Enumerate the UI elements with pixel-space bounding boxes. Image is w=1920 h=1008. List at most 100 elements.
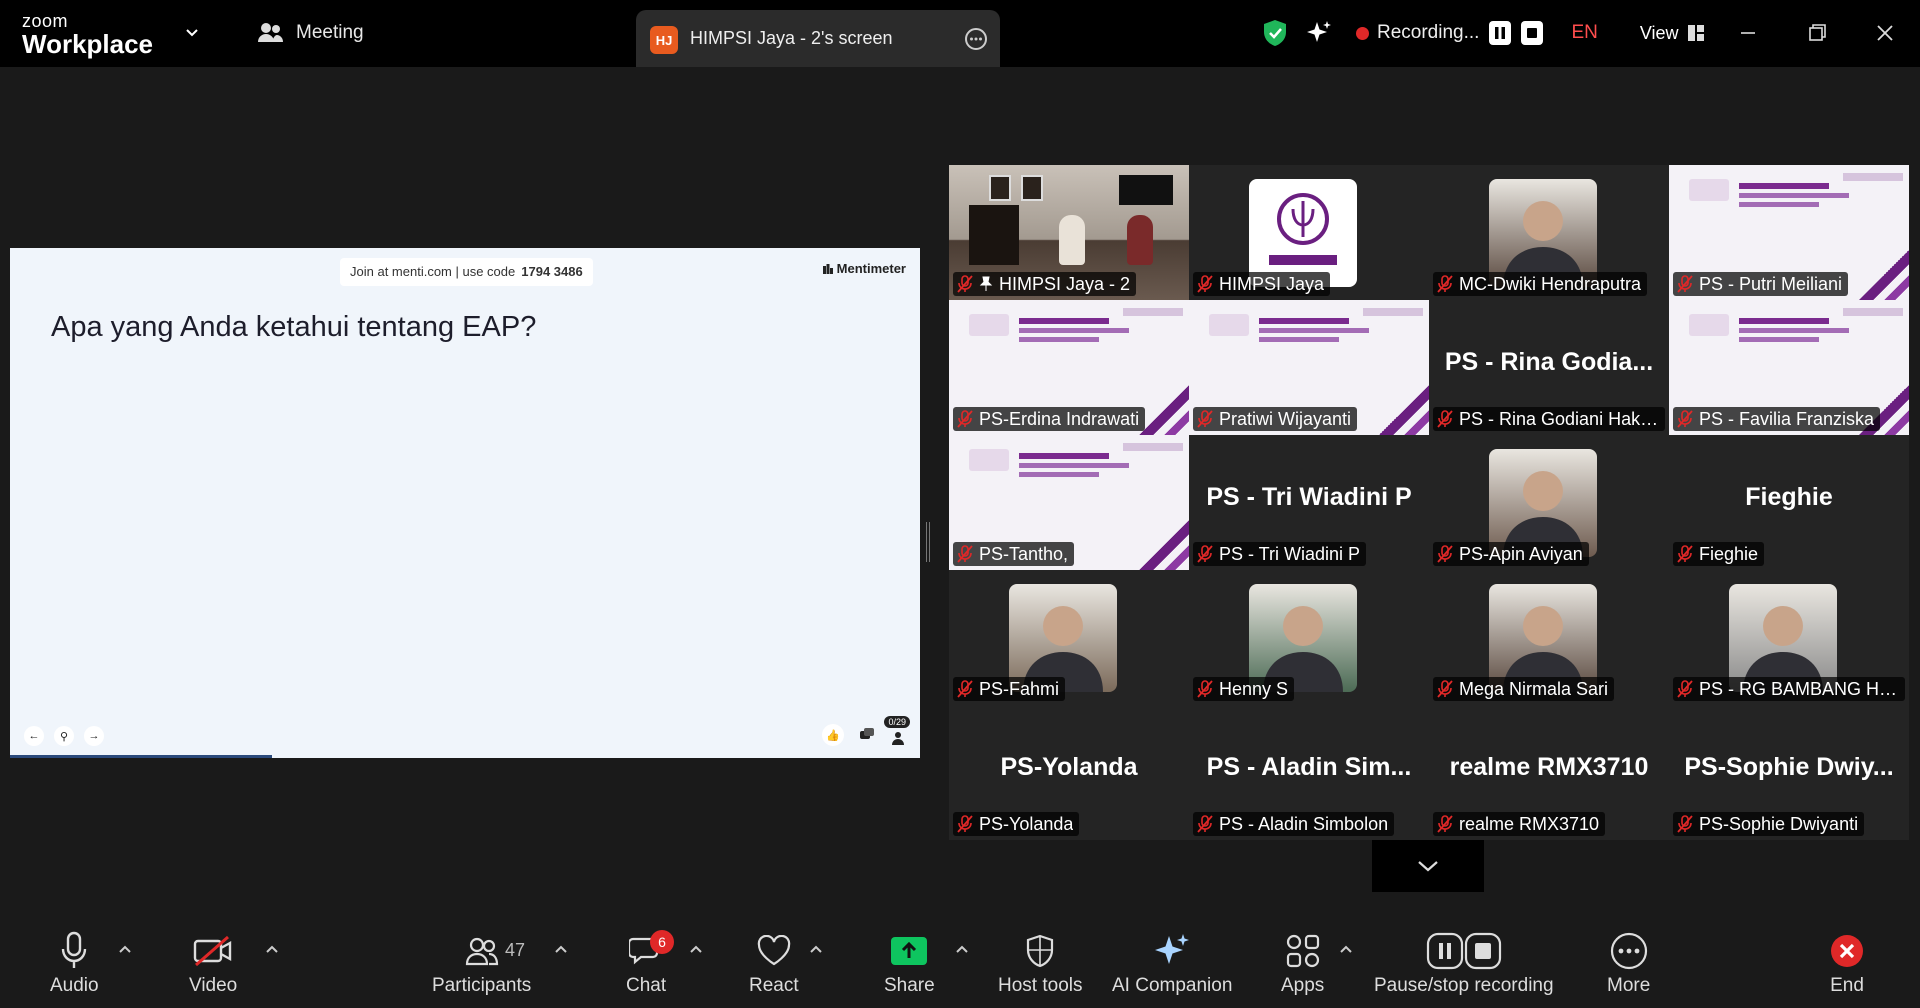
- chevron-up-icon[interactable]: [955, 944, 969, 954]
- muted-mic-icon: [1437, 680, 1453, 698]
- participant-tile[interactable]: PS - Putri Meiliani: [1669, 165, 1909, 300]
- stop-recording-button[interactable]: [1521, 21, 1544, 45]
- split-resize-handle[interactable]: [926, 522, 930, 562]
- muted-mic-icon: [1197, 545, 1213, 563]
- participant-tile[interactable]: Henny S: [1189, 570, 1429, 705]
- people-icon: [258, 23, 283, 42]
- apps-button[interactable]: Apps: [1281, 930, 1324, 997]
- participant-name: realme RMX3710: [1459, 813, 1600, 834]
- video-label: Video: [189, 975, 238, 996]
- participant-name: PS-Apin Aviyan: [1459, 543, 1583, 564]
- participant-name: Henny S: [1219, 678, 1289, 699]
- chevron-down-icon[interactable]: [184, 24, 200, 40]
- muted-mic-icon: [1197, 815, 1213, 833]
- chat-label: Chat: [626, 975, 667, 996]
- meeting-menu[interactable]: Meeting: [258, 22, 364, 44]
- participant-tile[interactable]: PS - Tri Wiadini P PS - Tri Wiadini P: [1189, 435, 1429, 570]
- pause-stop-recording-button[interactable]: Pause/stop recording: [1374, 930, 1554, 997]
- more-icon: [1610, 932, 1647, 970]
- participant-display-name: PS - Tri Wiadini P: [1206, 483, 1412, 511]
- pin-icon[interactable]: ⚲: [54, 726, 74, 746]
- top-bar: zoom Workplace Meeting HJ HIMPSI Jaya - …: [0, 0, 1920, 67]
- logo-line1: zoom: [22, 11, 69, 31]
- arrow-right-icon[interactable]: →: [84, 726, 104, 746]
- participant-tile[interactable]: MC-Dwiki Hendraputra: [1429, 165, 1669, 300]
- chevron-up-icon[interactable]: [689, 944, 703, 954]
- participant-tile[interactable]: realme RMX3710 realme RMX3710: [1429, 705, 1669, 840]
- pause-recording-button[interactable]: [1489, 21, 1512, 45]
- participant-tile[interactable]: PS - RG BAMBANG HA...: [1669, 570, 1909, 705]
- participant-tile[interactable]: PS - Rina Godia... PS - Rina Godiani Haki…: [1429, 300, 1669, 435]
- participant-name: PS - RG BAMBANG HA...: [1699, 678, 1899, 699]
- menti-join-code: Join at menti.com | use code 1794 3486: [340, 258, 593, 286]
- ai-sparkle-icon[interactable]: [1306, 20, 1332, 46]
- more-button[interactable]: More: [1607, 930, 1650, 997]
- participant-tile[interactable]: Fieghie Fieghie: [1669, 435, 1909, 570]
- video-button[interactable]: Video: [189, 930, 237, 997]
- participant-name: MC-Dwiki Hendraputra: [1459, 273, 1642, 294]
- muted-mic-icon: [957, 410, 973, 428]
- participant-tile[interactable]: PS-Apin Aviyan: [1429, 435, 1669, 570]
- chevron-up-icon[interactable]: [554, 944, 568, 954]
- participant-tile[interactable]: PS-Yolanda PS-Yolanda: [949, 705, 1189, 840]
- view-label: View: [1639, 22, 1679, 43]
- view-button[interactable]: View: [1640, 23, 1705, 44]
- mentimeter-icon: [822, 263, 833, 274]
- participant-tile[interactable]: PS - Favilia Franziska: [1669, 300, 1909, 435]
- participant-name: PS - Rina Godiani Haki...: [1459, 408, 1659, 429]
- participant-tile[interactable]: Mega Nirmala Sari: [1429, 570, 1669, 705]
- chevron-up-icon[interactable]: [809, 944, 823, 954]
- logo-line2: Workplace: [22, 29, 154, 59]
- chat-unread-badge: 6: [650, 930, 674, 954]
- more-options-icon[interactable]: [964, 27, 988, 51]
- participant-name: HIMPSI Jaya - 2: [999, 273, 1131, 294]
- participant-tile[interactable]: Pratiwi Wijayanti: [1189, 300, 1429, 435]
- chevron-up-icon[interactable]: [118, 944, 132, 954]
- host-tools-button[interactable]: Host tools: [998, 930, 1082, 997]
- stop-icon: [1527, 28, 1538, 38]
- muted-mic-icon: [957, 680, 973, 698]
- participant-name: HIMPSI Jaya: [1219, 273, 1325, 294]
- show-more-participants-button[interactable]: [1372, 840, 1484, 892]
- comments-icon: [856, 724, 878, 746]
- ai-companion-button[interactable]: AI Companion: [1112, 930, 1232, 997]
- recording-indicator[interactable]: Recording...: [1356, 22, 1479, 44]
- participant-name-label: Fieghie: [1673, 542, 1765, 566]
- react-label: React: [749, 975, 799, 996]
- participant-name: PS-Fahmi: [979, 678, 1060, 699]
- chevron-up-icon[interactable]: [265, 944, 279, 954]
- participant-tile[interactable]: PS-Tantho,: [949, 435, 1189, 570]
- shield-check-icon[interactable]: [1262, 19, 1288, 47]
- poll-question: Apa yang Anda ketahui tentang EAP?: [51, 311, 537, 343]
- more-label: More: [1607, 975, 1651, 996]
- pause-stop-icon: [1426, 932, 1501, 970]
- close-icon[interactable]: [1870, 18, 1900, 48]
- participant-tile[interactable]: PS-Erdina Indrawati: [949, 300, 1189, 435]
- participant-tile[interactable]: HIMPSI Jaya: [1189, 165, 1429, 300]
- participant-tile[interactable]: PS-Sophie Dwiy... PS-Sophie Dwiyanti: [1669, 705, 1909, 840]
- participant-tile[interactable]: PS-Fahmi: [949, 570, 1189, 705]
- participant-tile[interactable]: HIMPSI Jaya - 2: [949, 165, 1189, 300]
- mentimeter-logo: Mentimeter: [822, 261, 906, 276]
- restore-icon[interactable]: [1802, 18, 1832, 48]
- participant-tile[interactable]: PS - Aladin Sim... PS - Aladin Simbolon: [1189, 705, 1429, 840]
- arrow-left-icon[interactable]: ←: [24, 726, 44, 746]
- minimize-icon[interactable]: [1733, 18, 1763, 48]
- participant-display-name: PS - Aladin Sim...: [1206, 753, 1412, 781]
- participants-icon: [465, 937, 498, 966]
- tab-shared-screen[interactable]: HJ HIMPSI Jaya - 2's screen: [636, 10, 1000, 67]
- chevron-up-icon[interactable]: [1339, 944, 1353, 954]
- audio-button[interactable]: Audio: [50, 930, 99, 997]
- share-button[interactable]: Share: [884, 930, 935, 997]
- language-indicator[interactable]: EN: [1571, 22, 1597, 44]
- record-dot-icon: [1356, 26, 1369, 40]
- muted-mic-icon: [1437, 410, 1453, 428]
- participant-counter: 0/29: [884, 716, 910, 728]
- video-off-icon: [193, 935, 232, 967]
- end-button[interactable]: End: [1828, 930, 1866, 997]
- join-code: 1794 3486: [521, 264, 583, 279]
- react-button[interactable]: React: [749, 930, 799, 997]
- participant-name: PS-Sophie Dwiyanti: [1699, 813, 1859, 834]
- participant-name-label: PS - Favilia Franziska: [1673, 407, 1881, 431]
- meeting-status-group: Recording... EN View: [1262, 18, 1705, 48]
